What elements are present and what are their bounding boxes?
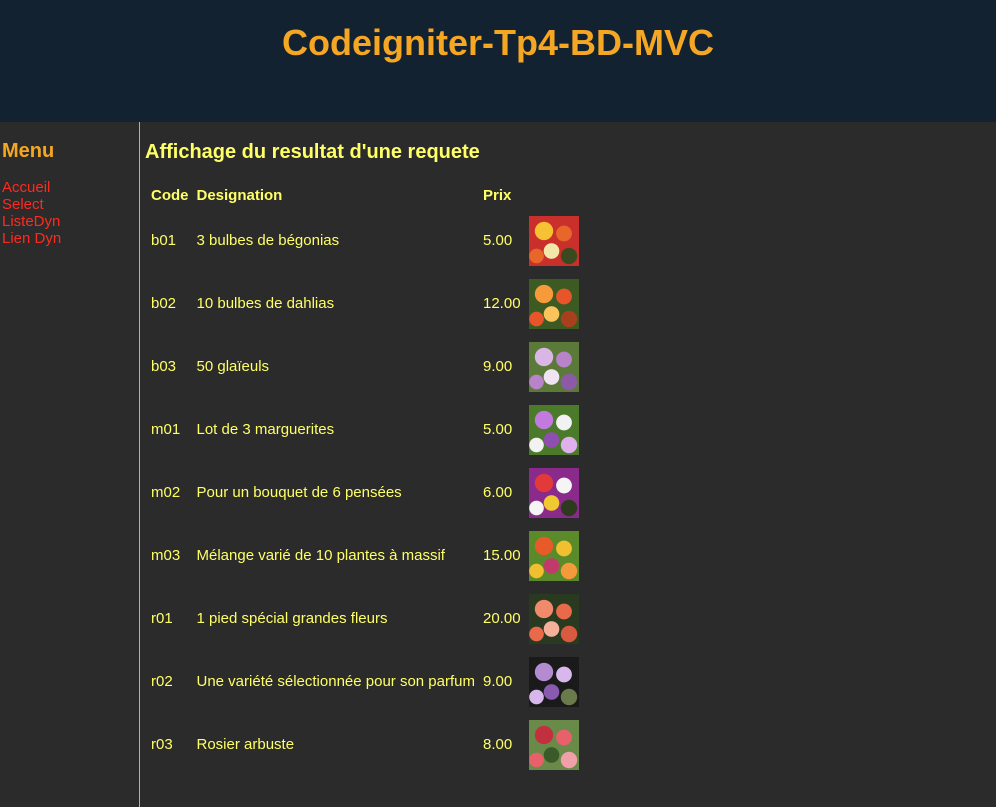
cell-designation: 10 bulbes de dahlias (196, 295, 335, 312)
column-header-prix: Prix (483, 186, 512, 204)
cell-prix: 20.00 (483, 610, 521, 627)
cell-code: m01 (151, 421, 181, 438)
pensees-photo (528, 467, 579, 518)
cell-code: r02 (151, 673, 173, 690)
cell-image (526, 525, 582, 586)
cell-prix: 9.00 (483, 358, 513, 375)
cell-image (526, 462, 582, 523)
rose-orange-photo (528, 593, 579, 644)
site-header: Codeigniter-Tp4-BD-MVC (0, 0, 996, 122)
menu-link-select[interactable]: Select (2, 196, 61, 213)
cell-image (526, 714, 582, 775)
menu-title: Menu (2, 140, 55, 162)
cell-designation: Rosier arbuste (196, 736, 295, 753)
cell-prix: 8.00 (483, 736, 513, 753)
results-table: Code Designation Prix b01 3 bulbes de bég… (146, 180, 584, 777)
cell-code: m03 (151, 547, 181, 564)
menu-link-accueil[interactable]: Accueil (2, 179, 61, 196)
menu-link-listedyn[interactable]: ListeDyn (2, 213, 61, 230)
cell-designation: Lot de 3 marguerites (196, 421, 335, 438)
table-row: b02 10 bulbes de dahlias 12.00 (148, 273, 582, 334)
cell-designation: Pour un bouquet de 6 pensées (196, 484, 402, 501)
rosier-photo (528, 719, 579, 770)
column-header-image (526, 182, 582, 208)
cell-image (526, 210, 582, 271)
marguerites-photo (528, 404, 579, 455)
cell-code: b02 (151, 295, 177, 312)
cell-designation: Une variété sélectionnée pour son parfum (196, 673, 476, 690)
cell-prix: 5.00 (483, 421, 513, 438)
site-title: Codeigniter-Tp4-BD-MVC (282, 22, 714, 63)
table-row: b01 3 bulbes de bégonias 5.00 (148, 210, 582, 271)
table-row: r01 1 pied spécial grandes fleurs 20.00 (148, 588, 582, 649)
glaieuls-photo (528, 341, 579, 392)
cell-code: b03 (151, 358, 177, 375)
table-header-row: Code Designation Prix (148, 182, 582, 208)
table-row: m01 Lot de 3 marguerites 5.00 (148, 399, 582, 460)
massif-photo (528, 530, 579, 581)
sidebar: Menu Accueil Select ListeDyn Lien Dyn (0, 122, 140, 807)
cell-designation: 50 glaïeuls (196, 358, 270, 375)
table-row: b03 50 glaïeuls 9.00 (148, 336, 582, 397)
cell-prix: 15.00 (483, 547, 521, 564)
rose-mauve-photo (528, 656, 579, 707)
cell-image (526, 588, 582, 649)
cell-designation: 1 pied spécial grandes fleurs (196, 610, 388, 627)
cell-code: r03 (151, 736, 173, 753)
cell-image (526, 336, 582, 397)
begonias-photo (528, 215, 579, 266)
table-row: r03 Rosier arbuste 8.00 (148, 714, 582, 775)
table-row: m02 Pour un bouquet de 6 pensées 6.00 (148, 462, 582, 523)
cell-prix: 6.00 (483, 484, 513, 501)
column-header-designation: Designation (196, 186, 283, 204)
cell-code: r01 (151, 610, 173, 627)
cell-image (526, 651, 582, 712)
cell-code: m02 (151, 484, 181, 501)
column-header-code: Code (151, 186, 189, 204)
cell-designation: Mélange varié de 10 plantes à massif (196, 547, 445, 564)
cell-designation: 3 bulbes de bégonias (196, 232, 340, 249)
menu-links: Accueil Select ListeDyn Lien Dyn (2, 179, 61, 247)
table-row: m03 Mélange varié de 10 plantes à massif 1… (148, 525, 582, 586)
cell-prix: 9.00 (483, 673, 513, 690)
table-row: r02 Une variété sélectionnée pour son par… (148, 651, 582, 712)
cell-image (526, 273, 582, 334)
menu-link-lien-dyn[interactable]: Lien Dyn (2, 230, 61, 247)
cell-prix: 5.00 (483, 232, 513, 249)
dahlia-photo (528, 278, 579, 329)
cell-image (526, 399, 582, 460)
cell-code: b01 (151, 232, 177, 249)
cell-prix: 12.00 (483, 295, 521, 312)
section-title: Affichage du resultat d'une requete (145, 141, 480, 163)
